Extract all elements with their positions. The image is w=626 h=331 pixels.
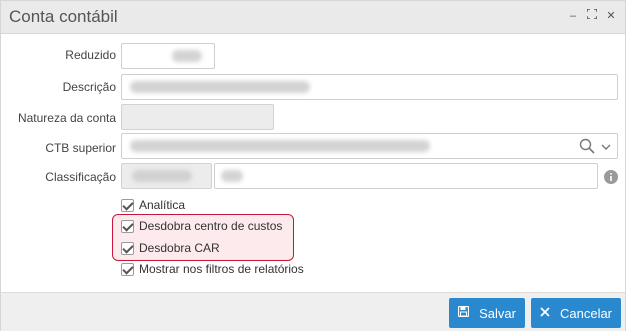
mostrar-filtros-checkbox[interactable]: Mostrar nos filtros de relatórios (121, 260, 304, 278)
conta-contabil-dialog: Conta contábil ‒ ✕ Reduzido Descrição Na… (0, 0, 626, 331)
search-icon[interactable] (579, 138, 595, 157)
checkbox-label: Desdobra centro de custos (139, 219, 283, 233)
ctb-superior-select[interactable] (121, 133, 618, 159)
chevron-down-icon[interactable] (601, 141, 611, 155)
descricao-label: Descrição (62, 80, 116, 94)
titlebar: Conta contábil ‒ ✕ (1, 1, 625, 34)
checkbox-box[interactable] (121, 198, 134, 212)
checkbox-box[interactable] (121, 241, 134, 255)
descricao-input[interactable] (121, 74, 618, 100)
save-button[interactable]: Salvar (449, 298, 525, 328)
reduzido-label: Reduzido (65, 48, 116, 62)
classificacao-label: Classificação (45, 170, 116, 184)
analitica-checkbox[interactable]: Analítica (121, 196, 185, 214)
checkbox-box[interactable] (121, 219, 134, 233)
classificacao-prefix (121, 163, 212, 189)
cancel-button[interactable]: Cancelar (531, 298, 621, 328)
minimize-icon[interactable]: ‒ (567, 9, 579, 23)
info-icon[interactable] (604, 170, 618, 187)
close-window-icon[interactable]: ✕ (605, 9, 617, 23)
save-label: Salvar (479, 305, 516, 321)
close-icon (540, 306, 550, 320)
checkbox-box[interactable] (121, 262, 134, 276)
natureza-label: Natureza da conta (17, 111, 116, 125)
cancel-label: Cancelar (559, 305, 613, 321)
checkbox-label: Analítica (139, 198, 186, 212)
dialog-title: Conta contábil (9, 7, 118, 26)
natureza-input (121, 104, 274, 130)
checkbox-label: Mostrar nos filtros de relatórios (139, 262, 304, 276)
classificacao-input[interactable] (214, 163, 598, 189)
floppy-icon (457, 305, 470, 320)
reduzido-input[interactable] (121, 43, 215, 69)
maximize-icon[interactable] (586, 8, 598, 23)
desdobra-centro-custos-checkbox[interactable]: Desdobra centro de custos (121, 217, 282, 235)
ctb-superior-label: CTB superior (45, 141, 116, 155)
desdobra-car-checkbox[interactable]: Desdobra CAR (121, 239, 220, 257)
checkbox-label: Desdobra CAR (139, 241, 220, 255)
